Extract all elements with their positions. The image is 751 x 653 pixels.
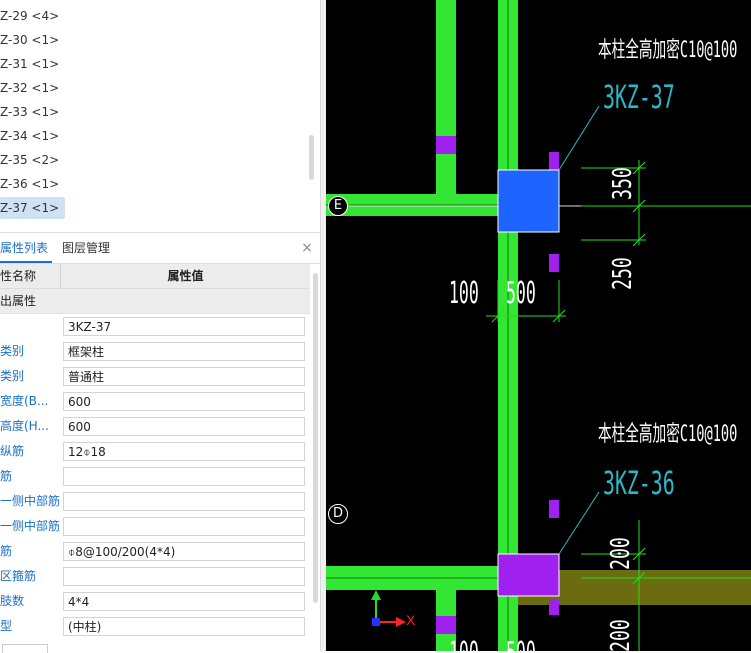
dimension-500: 500 [506, 276, 536, 311]
list-item[interactable]: Z-36 <1> [0, 173, 63, 195]
property-value-field[interactable]: 600 [63, 392, 305, 411]
panel-tabs: 属性列表 图层管理 × [0, 233, 320, 264]
column-list: Z-29 <4> Z-30 <1> Z-31 <1> Z-32 <1> Z-33… [0, 0, 320, 232]
ucs-x-label: X [406, 612, 416, 628]
property-name: 筋 [0, 544, 13, 558]
list-item[interactable]: Z-35 <2> [0, 149, 63, 171]
property-name [0, 314, 60, 339]
list-item[interactable]: Z-31 <1> [0, 53, 63, 75]
property-name: 纵筋 [0, 444, 25, 458]
header-name: 性名称 [0, 264, 61, 288]
property-row: 筋 [0, 464, 310, 489]
property-row: 一侧中部筋 [0, 514, 310, 539]
beam[interactable] [436, 0, 456, 194]
panel-scrollbar[interactable] [313, 273, 318, 603]
property-row: 高度(H... 600 [0, 414, 310, 439]
property-value-field[interactable]: 600 [63, 417, 305, 436]
property-row: 一侧中部筋 [0, 489, 310, 514]
list-item[interactable]: Z-33 <1> [0, 101, 63, 123]
list-item[interactable]: Z-29 <4> [0, 5, 63, 27]
property-value-field[interactable]: 4*4 [63, 592, 305, 611]
property-value-field[interactable]: 普通柱 [63, 367, 305, 386]
property-row: 型 (中柱) [0, 614, 310, 639]
tab-layer-management[interactable]: 图层管理 [62, 233, 110, 263]
header-value: 属性值 [167, 269, 204, 283]
grid-axis-e[interactable]: E [328, 196, 348, 216]
reinforcement-note-top: 本柱全高加密C10@100 [598, 38, 738, 63]
cad-drawing [326, 0, 751, 651]
property-group-header[interactable]: 出属性 [0, 289, 310, 314]
dimension-100: 100 [449, 276, 479, 311]
cad-drawing-canvas[interactable]: 本柱全高加密C10@100 3KZ-37 350 250 100 500 E 本… [326, 0, 751, 651]
property-panel: 属性列表 图层管理 × 性名称 属性值 出属性 3KZ-37 类别 框架柱 类别普… [0, 232, 320, 653]
column-3kz-37[interactable] [497, 169, 560, 233]
property-value-field[interactable]: 3KZ-37 [63, 317, 305, 336]
bottom-tab[interactable] [2, 644, 48, 653]
property-value-field[interactable] [63, 492, 305, 511]
reinforcement-note-bottom: 本柱全高加密C10@100 [598, 422, 738, 447]
property-value-field[interactable]: ⌽8@100/200(4*4) [63, 542, 305, 561]
property-value-field[interactable]: (中柱) [63, 617, 305, 636]
property-name: 一侧中部筋 [0, 494, 60, 508]
column-3kz-36[interactable] [497, 553, 560, 597]
property-row: 肢数 4*4 [0, 589, 310, 614]
property-name: 一侧中部筋 [0, 519, 60, 533]
property-name: 筋 [0, 469, 13, 483]
list-item[interactable]: Z-34 <1> [0, 125, 63, 147]
list-scrollbar[interactable] [309, 135, 314, 180]
property-name: 高度(H... [0, 419, 49, 433]
column-label-3kz-37: 3KZ-37 [603, 78, 675, 116]
property-row: 区箍筋 [0, 564, 310, 589]
dimension-100: 100 [449, 636, 479, 651]
property-row: 类别 框架柱 [0, 339, 310, 364]
property-name: 类别 [0, 369, 25, 383]
property-value-field[interactable] [63, 567, 305, 586]
property-value-field[interactable]: 框架柱 [63, 342, 305, 361]
property-name: 肢数 [0, 594, 25, 608]
property-name: 型 [0, 619, 13, 633]
dimension-500: 500 [506, 636, 536, 651]
tab-property-list[interactable]: 属性列表 [0, 233, 52, 263]
property-row: 宽度(B... 600 [0, 389, 310, 414]
property-value-field[interactable] [63, 517, 305, 536]
dimension-200: 200 [606, 619, 636, 651]
list-item-selected[interactable]: Z-37 <1> [0, 197, 66, 219]
property-value-field[interactable] [63, 467, 305, 486]
property-name: 宽度(B... [0, 394, 49, 408]
dimension-200: 200 [606, 537, 636, 570]
list-item[interactable]: Z-30 <1> [0, 29, 63, 51]
property-row: 类别 普通柱 [0, 364, 310, 389]
grid-axis-d[interactable]: D [328, 504, 348, 524]
property-row: 筋 ⌽8@100/200(4*4) [0, 539, 310, 564]
property-row: 3KZ-37 [0, 314, 310, 339]
list-item[interactable]: Z-32 <1> [0, 77, 63, 99]
dimension-250: 250 [608, 257, 638, 290]
column-label-3kz-36: 3KZ-36 [603, 464, 675, 502]
dimension-350: 350 [608, 167, 638, 200]
property-value-field[interactable]: 12⌽18 [63, 442, 305, 461]
property-name: 区箍筋 [0, 569, 37, 583]
property-row: 纵筋 12⌽18 [0, 439, 310, 464]
property-name: 类别 [0, 344, 25, 358]
close-icon[interactable]: × [298, 239, 316, 257]
property-grid-header: 性名称 属性值 [0, 264, 310, 289]
